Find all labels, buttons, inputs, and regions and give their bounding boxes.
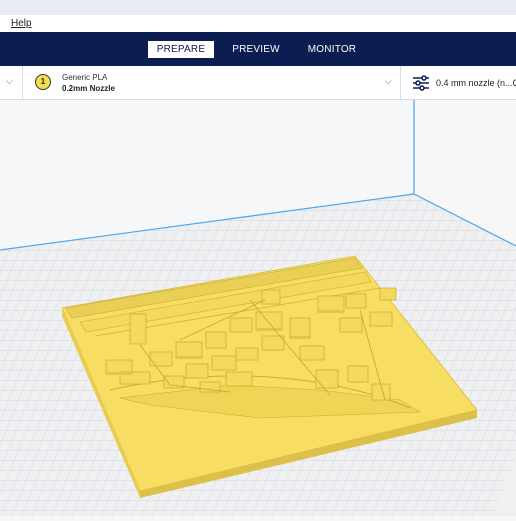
extruder-spool-icon[interactable]: 1 [35, 74, 51, 90]
menu-bar: Help [0, 15, 516, 32]
window-title-strip [0, 0, 516, 15]
tab-monitor[interactable]: MONITOR [300, 41, 364, 58]
build-plate-scene [0, 100, 516, 516]
material-name[interactable]: Generic PLA [62, 73, 107, 82]
toolbar-divider [22, 66, 23, 99]
nozzle-size[interactable]: 0.2mm Nozzle [62, 84, 115, 93]
material-chevron-down-icon[interactable]: ⌵ [385, 76, 392, 87]
print-settings-sliders-icon[interactable] [412, 74, 430, 92]
stage-header: PREPARE PREVIEW MONITOR [0, 32, 516, 66]
toolbar-divider [400, 66, 401, 99]
menu-help[interactable]: Help [11, 18, 32, 29]
tab-preview[interactable]: PREVIEW [227, 41, 285, 58]
tab-prepare[interactable]: PREPARE [148, 41, 214, 58]
printer-chevron-down-icon[interactable]: ⌵ [6, 76, 13, 87]
print-profile-label[interactable]: 0.4 mm nozzle (n...Q [436, 78, 516, 88]
3d-viewport[interactable] [0, 100, 516, 516]
